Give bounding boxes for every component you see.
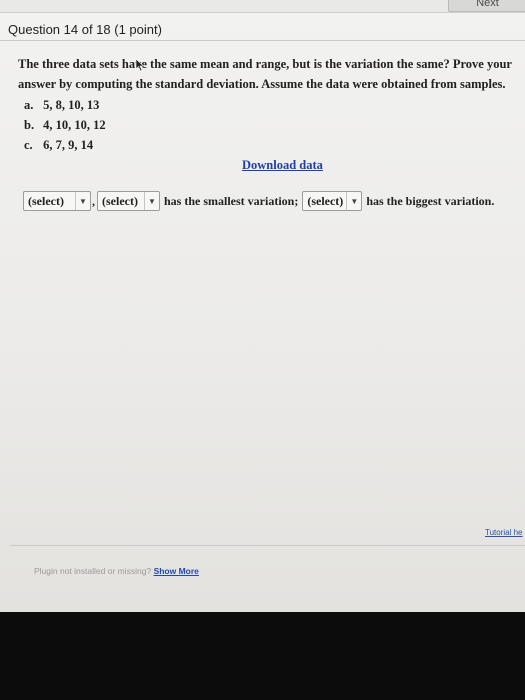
chevron-down-icon: ▼ <box>144 192 159 210</box>
tutorial-help-link[interactable]: Tutorial he <box>485 528 523 537</box>
question-counter: Question 14 of 18 (1 point) <box>8 22 162 37</box>
question-page: Next Question 14 of 18 (1 point) The thr… <box>0 0 525 612</box>
mouse-cursor-icon <box>135 58 145 72</box>
chevron-down-icon: ▼ <box>346 192 361 210</box>
show-more-link[interactable]: Show More <box>154 566 199 576</box>
select-dropdown-2[interactable]: (select) ▼ <box>97 191 160 211</box>
dataset-b: b. 4, 10, 10, 12 <box>24 118 106 133</box>
select-value: (select) <box>102 193 138 208</box>
download-data-link[interactable]: Download data <box>242 158 323 173</box>
select-dropdown-3[interactable]: (select) ▼ <box>302 191 363 211</box>
top-toolbar <box>0 0 525 13</box>
select-value: (select) <box>28 193 64 208</box>
dataset-values: 6, 7, 9, 14 <box>43 138 94 152</box>
dataset-c: c. 6, 7, 9, 14 <box>24 138 93 153</box>
header-divider <box>0 40 525 41</box>
select-dropdown-1[interactable]: (select) ▼ <box>23 191 91 211</box>
plugin-notice: Plugin not installed or missing? Show Mo… <box>34 566 199 576</box>
select-value: (select) <box>307 193 344 208</box>
chevron-down-icon: ▼ <box>75 192 90 210</box>
separator-comma: , <box>92 193 95 208</box>
dataset-label: a. <box>24 98 34 112</box>
dataset-values: 5, 8, 10, 13 <box>43 98 100 112</box>
dataset-label: b. <box>24 118 35 132</box>
question-text: The three data sets have the same mean a… <box>18 57 512 91</box>
next-button[interactable]: Next <box>448 0 525 12</box>
dataset-a: a. 5, 8, 10, 13 <box>24 98 99 113</box>
dataset-label: c. <box>24 138 33 152</box>
dataset-values: 4, 10, 10, 12 <box>43 118 106 132</box>
biggest-variation-text: has the biggest variation. <box>366 193 495 208</box>
footer-divider <box>10 545 525 546</box>
answer-row: (select) ▼ , (select) ▼ has the smallest… <box>23 190 498 212</box>
plugin-text: Plugin not installed or missing? <box>34 566 152 576</box>
smallest-variation-text: has the smallest variation; <box>164 193 299 208</box>
monitor-bezel <box>0 612 525 700</box>
